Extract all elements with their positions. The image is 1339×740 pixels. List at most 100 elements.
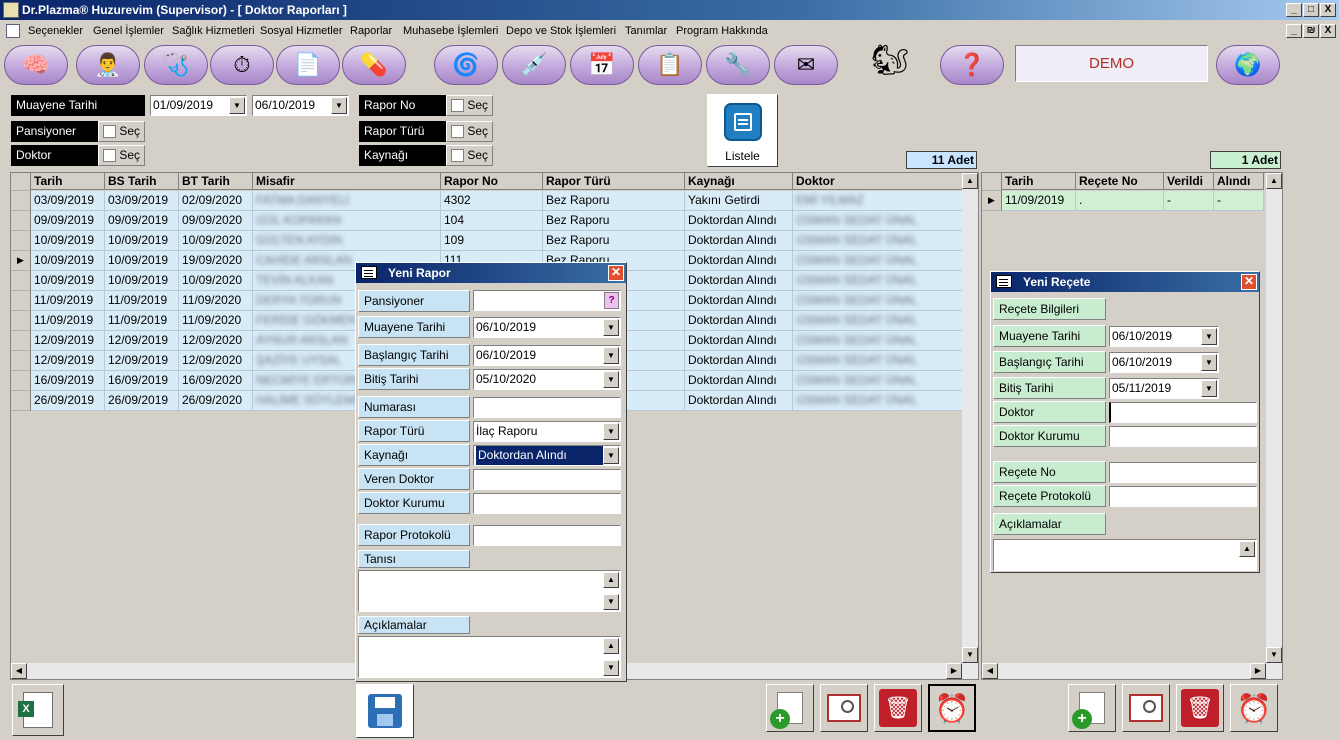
table-cell[interactable]: Bez Raporu bbox=[543, 211, 685, 231]
menu-tanimlar[interactable]: Tanımlar bbox=[625, 21, 667, 41]
row-indicator[interactable] bbox=[11, 231, 31, 251]
table-cell[interactable]: 10/09/2019 bbox=[31, 251, 105, 271]
table-cell[interactable]: 10/09/2020 bbox=[179, 271, 253, 291]
table-cell[interactable]: - bbox=[1214, 191, 1264, 211]
bitis-tarihi-combo[interactable]: 05/10/2020 ▼ bbox=[473, 369, 621, 390]
table-cell[interactable]: GÜLTEN AYDIN bbox=[253, 231, 441, 251]
table-cell[interactable]: 11/09/2019 bbox=[31, 291, 105, 311]
scroll-down-icon[interactable]: ▼ bbox=[603, 660, 619, 676]
rapor-turu-sec-checkbox[interactable]: Seç bbox=[445, 121, 493, 142]
table-cell[interactable]: 12/09/2020 bbox=[179, 331, 253, 351]
squirrel-icon[interactable]: 🐿 bbox=[862, 43, 918, 87]
recete-bitis-combo[interactable]: 05/11/2019 ▼ bbox=[1109, 378, 1219, 399]
help-head-icon[interactable]: 🧠 bbox=[4, 45, 68, 85]
recete-doktor-input[interactable] bbox=[1109, 402, 1257, 423]
view-recipe-button[interactable] bbox=[1122, 684, 1170, 732]
table-cell[interactable]: OSMAN SEDAT ÜNAL bbox=[793, 251, 963, 271]
excel-export-button[interactable]: X bbox=[12, 684, 64, 736]
column-header[interactable]: Misafir bbox=[253, 173, 441, 190]
chevron-down-icon[interactable]: ▼ bbox=[603, 347, 619, 364]
table-cell[interactable]: 16/09/2019 bbox=[31, 371, 105, 391]
scroll-up-icon[interactable]: ▲ bbox=[603, 572, 619, 588]
aciklamalar-textarea[interactable]: ▲ ▼ bbox=[358, 636, 621, 678]
scroll-down-icon[interactable]: ▼ bbox=[603, 594, 619, 610]
tanisi-textarea[interactable]: ▲ ▼ bbox=[358, 570, 621, 612]
chevron-down-icon[interactable]: ▼ bbox=[1201, 380, 1217, 397]
recete-baslangic-combo[interactable]: 06/10/2019 ▼ bbox=[1109, 352, 1219, 373]
column-header[interactable]: Alındı bbox=[1214, 173, 1264, 190]
table-cell[interactable]: . bbox=[1076, 191, 1164, 211]
table-cell[interactable]: 09/09/2019 bbox=[105, 211, 179, 231]
globe-icon[interactable]: 🌍 bbox=[1216, 45, 1280, 85]
app-icon[interactable] bbox=[3, 2, 19, 18]
table-cell[interactable]: Bez Raporu bbox=[543, 231, 685, 251]
doctors-icon[interactable]: 👨‍⚕ bbox=[76, 45, 140, 85]
chevron-down-icon[interactable]: ▼ bbox=[1201, 354, 1217, 371]
add-report-button[interactable]: + bbox=[766, 684, 814, 732]
date-from-combo[interactable]: 01/09/2019 ▼ bbox=[150, 95, 247, 116]
table-cell[interactable]: 02/09/2020 bbox=[179, 191, 253, 211]
table-cell[interactable]: OSMAN SEDAT ÜNAL bbox=[793, 311, 963, 331]
delete-recipe-button[interactable]: 🗑 bbox=[1176, 684, 1224, 732]
scroll-left-icon[interactable]: ◀ bbox=[11, 663, 27, 679]
doktor-kurumu-input[interactable] bbox=[473, 493, 621, 514]
clock-icon[interactable]: ⏱ bbox=[210, 45, 274, 85]
child-window-icon[interactable] bbox=[6, 24, 20, 38]
table-cell[interactable]: 10/09/2019 bbox=[31, 231, 105, 251]
table-cell[interactable]: 10/09/2019 bbox=[105, 251, 179, 271]
table-cell[interactable]: OSMAN SEDAT ÜNAL bbox=[793, 371, 963, 391]
table-cell[interactable]: 26/09/2020 bbox=[179, 391, 253, 411]
table-cell[interactable]: Yakını Getirdi bbox=[685, 191, 793, 211]
column-header[interactable]: Reçete No bbox=[1076, 173, 1164, 190]
table-cell[interactable]: 10/09/2020 bbox=[179, 231, 253, 251]
scroll-right-icon[interactable]: ▶ bbox=[946, 663, 962, 679]
table-cell[interactable]: OSMAN SEDAT ÜNAL bbox=[793, 291, 963, 311]
table-cell[interactable]: 11/09/2019 bbox=[1002, 191, 1076, 211]
pills-icon[interactable]: 💊 bbox=[342, 45, 406, 85]
kaynagi-sec-checkbox[interactable]: Seç bbox=[445, 145, 493, 166]
menu-sosyal-hizmetler[interactable]: Sosyal Hizmetler bbox=[260, 21, 343, 41]
column-header[interactable]: Tarih bbox=[31, 173, 105, 190]
vertical-scrollbar[interactable] bbox=[1266, 173, 1282, 663]
table-cell[interactable]: 11/09/2019 bbox=[105, 311, 179, 331]
table-cell[interactable]: 12/09/2020 bbox=[179, 351, 253, 371]
mail-icon[interactable]: ✉ bbox=[774, 45, 838, 85]
table-cell[interactable]: OSMAN SEDAT ÜNAL bbox=[793, 211, 963, 231]
table-cell[interactable]: GÜL KOPARAN bbox=[253, 211, 441, 231]
syringe-icon[interactable]: 💉 bbox=[502, 45, 566, 85]
pansiyoner-input[interactable] bbox=[473, 290, 621, 311]
minimize-button[interactable]: _ bbox=[1286, 3, 1302, 17]
rapor-turu-combo[interactable]: İlaç Raporu ▼ bbox=[473, 421, 621, 442]
medical-icon[interactable]: 🩺 bbox=[144, 45, 208, 85]
table-cell[interactable]: 104 bbox=[441, 211, 543, 231]
alarm-report-button[interactable]: ⏰ bbox=[928, 684, 976, 732]
table-cell[interactable]: 10/09/2019 bbox=[105, 271, 179, 291]
date-to-combo[interactable]: 06/10/2019 ▼ bbox=[252, 95, 349, 116]
table-cell[interactable]: 16/09/2020 bbox=[179, 371, 253, 391]
chevron-down-icon[interactable]: ▼ bbox=[603, 319, 619, 336]
table-cell[interactable]: 12/09/2019 bbox=[105, 351, 179, 371]
table-cell[interactable]: Bez Raporu bbox=[543, 191, 685, 211]
table-cell[interactable]: 10/09/2019 bbox=[105, 231, 179, 251]
table-cell[interactable]: Doktordan Alındı bbox=[685, 271, 793, 291]
doktor-sec-checkbox[interactable]: Seç bbox=[97, 145, 145, 166]
scroll-right-icon[interactable]: ▶ bbox=[1250, 663, 1266, 679]
baslangic-tarihi-combo[interactable]: 06/10/2019 ▼ bbox=[473, 345, 621, 366]
row-indicator[interactable] bbox=[11, 291, 31, 311]
menu-saglik-hizmetleri[interactable]: Sağlık Hizmetleri bbox=[172, 21, 255, 41]
table-cell[interactable]: Doktordan Alındı bbox=[685, 311, 793, 331]
table-cell[interactable]: Doktordan Alındı bbox=[685, 231, 793, 251]
table-cell[interactable]: 12/09/2019 bbox=[31, 331, 105, 351]
table-cell[interactable]: Doktordan Alındı bbox=[685, 331, 793, 351]
delete-report-button[interactable]: 🗑 bbox=[874, 684, 922, 732]
scroll-up-icon[interactable]: ▲ bbox=[1239, 541, 1255, 557]
table-cell[interactable]: Doktordan Alındı bbox=[685, 351, 793, 371]
close-icon[interactable]: ✕ bbox=[608, 265, 624, 281]
row-indicator[interactable] bbox=[11, 311, 31, 331]
row-indicator[interactable] bbox=[11, 191, 31, 211]
chevron-down-icon[interactable]: ▼ bbox=[229, 97, 245, 114]
child-close-button[interactable]: X bbox=[1320, 24, 1336, 38]
column-header[interactable]: Doktor bbox=[793, 173, 963, 190]
column-header[interactable]: Rapor No bbox=[441, 173, 543, 190]
row-indicator[interactable]: ▶ bbox=[982, 191, 1002, 211]
